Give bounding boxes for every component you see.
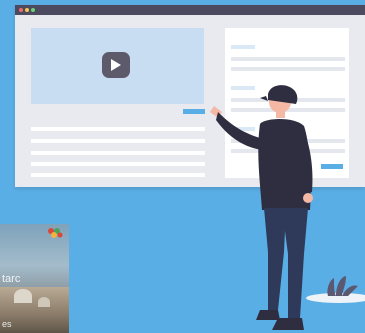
video-action-button[interactable] [183, 109, 205, 114]
play-button[interactable] [102, 52, 130, 78]
flower-icon [48, 228, 63, 238]
thumbnail-caption: tarc [2, 273, 21, 285]
close-dot-icon[interactable] [19, 8, 23, 12]
text-line [31, 162, 205, 166]
dome-shape [14, 289, 32, 303]
side-line [231, 67, 345, 71]
play-icon [111, 59, 121, 71]
maximize-dot-icon[interactable] [31, 8, 35, 12]
person-illustration [210, 85, 313, 330]
side-heading [231, 45, 255, 49]
text-line [31, 151, 205, 155]
minimize-dot-icon[interactable] [25, 8, 29, 12]
thumbnail-caption-2: es [2, 319, 12, 329]
plant-icon [327, 276, 358, 296]
text-line [31, 173, 205, 177]
dome-shape [38, 297, 50, 307]
side-action-button[interactable] [321, 164, 343, 169]
window-titlebar [15, 5, 365, 15]
text-line [31, 127, 205, 131]
side-line [231, 57, 345, 61]
text-line [31, 139, 205, 143]
video-thumbnail[interactable]: tarc es [0, 224, 69, 333]
